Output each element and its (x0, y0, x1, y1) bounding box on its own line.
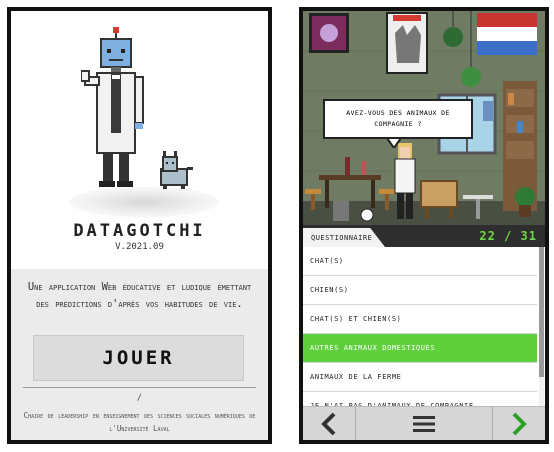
chevron-left-icon (321, 412, 336, 435)
tab-questionnaire[interactable]: QUESTIONNAIRE (303, 228, 385, 247)
answer-option[interactable]: CHAT(S) ET CHIEN(S) (303, 305, 537, 334)
questionnaire-header: QUESTIONNAIRE 22 / 31 (303, 225, 545, 247)
menu-button[interactable] (356, 407, 492, 440)
previous-button[interactable] (303, 407, 356, 440)
divider (23, 387, 256, 388)
app-version: V.2021.09 (115, 242, 164, 252)
footer-credit: Chaire de leadership en enseignement des… (23, 411, 256, 433)
answer-list-scrollbar[interactable] (539, 247, 544, 409)
answer-option[interactable]: ANIMAUX DE LA FERME (303, 363, 537, 392)
game-scene: AVEZ-VOUS DES ANIMAUX DE COMPAGNIE ? (303, 11, 545, 225)
scrollbar-thumb[interactable] (539, 247, 544, 377)
bottom-nav (303, 406, 545, 440)
speech-bubble-tail (387, 138, 401, 148)
play-button[interactable]: JOUER (33, 335, 244, 381)
speech-bubble: AVEZ-VOUS DES ANIMAUX DE COMPAGNIE ? (323, 99, 473, 139)
speech-bubble-text: AVEZ-VOUS DES ANIMAUX DE COMPAGNIE ? (346, 109, 450, 128)
hamburger-menu-icon (413, 415, 435, 432)
intro-panel: Une application Web éducative et ludique… (11, 269, 268, 440)
intro-screen: DATAGOTCHI V.2021.09 Une application Web… (7, 7, 272, 444)
intro-hero: DATAGOTCHI V.2021.09 (11, 11, 268, 273)
separator: / (136, 393, 143, 403)
app-description: Une application Web éducative et ludique… (27, 281, 252, 310)
chevron-right-icon (512, 412, 527, 435)
answer-option-selected[interactable]: AUTRES ANIMAUX DOMESTIQUES (303, 334, 537, 363)
next-button[interactable] (492, 407, 545, 440)
question-counter: 22 / 31 (479, 229, 537, 243)
robot-scientist-illustration (81, 27, 193, 189)
answer-option[interactable]: CHAT(S) (303, 247, 537, 276)
answer-option[interactable]: CHIEN(S) (303, 276, 537, 305)
questionnaire-screen: AVEZ-VOUS DES ANIMAUX DE COMPAGNIE ? QUE… (299, 7, 549, 444)
answer-list: CHAT(S) CHIEN(S) CHAT(S) ET CHIEN(S) AUT… (303, 247, 545, 409)
app-title: DATAGOTCHI (73, 221, 206, 241)
